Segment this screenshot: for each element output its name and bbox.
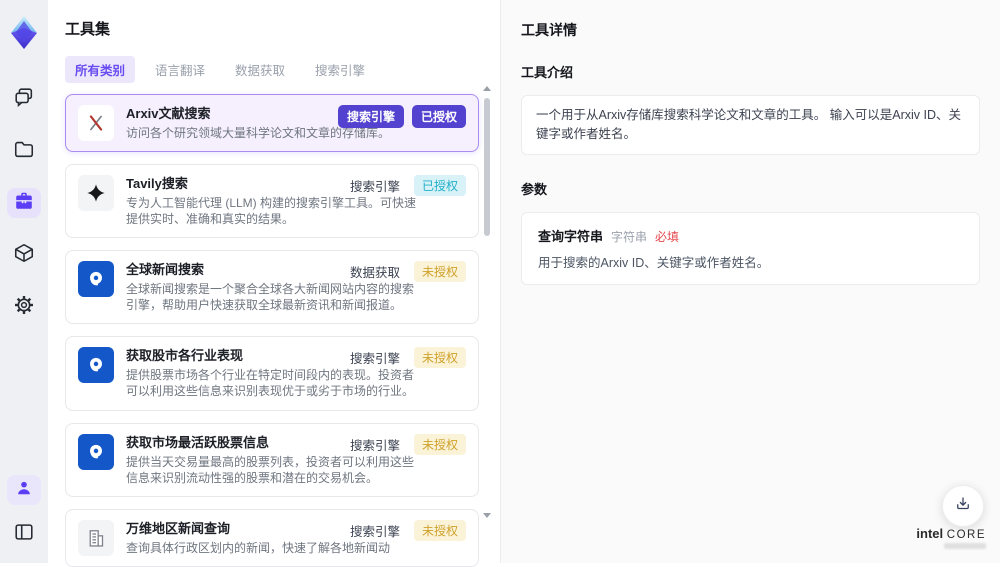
- sidebar-item-chat[interactable]: [7, 84, 41, 114]
- tool-desc: 查询具体行政区划内的新闻，快速了解各地新闻动: [126, 540, 390, 556]
- status-badge: 已授权: [412, 105, 466, 128]
- tool-list: Arxiv文献搜索 访问各个研究领域大量科学论文和文章的存储库。 搜索引擎 已授…: [65, 94, 479, 567]
- tools-panel: 工具集 所有类别 语言翻译 数据获取 搜索引擎 Arxiv文献搜索 访问各个研究…: [48, 0, 500, 563]
- tool-tags: 搜索引擎 未授权: [350, 434, 466, 455]
- download-button[interactable]: [942, 485, 984, 527]
- tavily-star-icon: [78, 175, 114, 211]
- news-app-icon: [78, 261, 114, 297]
- category-label: 搜索引擎: [350, 521, 400, 540]
- intro-heading: 工具介绍: [521, 62, 980, 81]
- building-icon: [78, 520, 114, 556]
- download-icon: [954, 495, 972, 518]
- tool-desc: 全球新闻搜索是一个聚合全球各大新闻网站内容的搜索引擎，帮助用户快速获取全球最新资…: [126, 281, 422, 313]
- arxiv-icon: [78, 105, 114, 141]
- user-icon: [14, 478, 34, 503]
- sidebar-item-packages[interactable]: [7, 240, 41, 270]
- category-tabs: 所有类别 语言翻译 数据获取 搜索引擎: [65, 56, 500, 83]
- scrollbar-thumb[interactable]: [484, 98, 490, 236]
- left-icon-rail: [0, 0, 48, 563]
- app-logo-icon: [4, 12, 44, 52]
- status-badge: 未授权: [414, 347, 466, 368]
- tool-tags: 搜索引擎 已授权: [338, 105, 466, 128]
- status-badge: 未授权: [414, 434, 466, 455]
- tool-tags: 搜索引擎 已授权: [350, 175, 466, 196]
- category-label: 数据获取: [350, 262, 400, 281]
- params-heading: 参数: [521, 179, 980, 198]
- param-required-flag: 必填: [655, 228, 679, 245]
- category-label: 搜索引擎: [350, 435, 400, 454]
- tab-language-translation[interactable]: 语言翻译: [145, 56, 215, 83]
- sidebar-item-user[interactable]: [7, 475, 41, 505]
- tab-search-engine[interactable]: 搜索引擎: [305, 56, 375, 83]
- panel-layout-icon: [13, 521, 35, 548]
- tool-card-global-news[interactable]: 全球新闻搜索 全球新闻搜索是一个聚合全球各大新闻网站内容的搜索引擎，帮助用户快速…: [65, 250, 479, 324]
- news-app-icon: [78, 434, 114, 470]
- tool-card-tavily[interactable]: Tavily搜索 专为人工智能代理 (LLM) 构建的搜索引擎工具。可快速提供实…: [65, 164, 479, 238]
- page-title: 工具集: [65, 18, 500, 39]
- param-header: 查询字符串 字符串 必填: [538, 226, 963, 245]
- sidebar-item-toolbox[interactable]: [7, 188, 41, 218]
- rail-nav: [7, 84, 41, 322]
- tool-card-sector-performance[interactable]: 获取股市各行业表现 提供股票市场各个行业在特定时间段内的表现。投资者可以利用这些…: [65, 336, 479, 410]
- category-label: 搜索引擎: [350, 176, 400, 195]
- status-badge: 已授权: [414, 175, 466, 196]
- tool-card-active-stocks[interactable]: 获取市场最活跃股票信息 提供当天交易量最高的股票列表，投资者可以利用这些信息来识…: [65, 423, 479, 497]
- gear-icon: [13, 294, 35, 321]
- tab-data-fetching[interactable]: 数据获取: [225, 56, 295, 83]
- chat-icon: [13, 86, 35, 113]
- intel-wordmark: intel: [916, 526, 943, 541]
- tool-tags: 搜索引擎 未授权: [350, 347, 466, 368]
- scrollbar[interactable]: [483, 88, 491, 518]
- news-app-icon: [78, 347, 114, 383]
- tool-desc: 提供股票市场各个行业在特定时间段内的表现。投资者可以利用这些信息来识别表现优于或…: [126, 367, 422, 399]
- intel-sub-brand-blur: [944, 543, 986, 549]
- tool-tags: 数据获取 未授权: [350, 261, 466, 282]
- tool-card-regional-news[interactable]: 万维地区新闻查询 查询具体行政区划内的新闻，快速了解各地新闻动 搜索引擎 未授权: [65, 509, 479, 567]
- sidebar-item-panel-toggle[interactable]: [7, 519, 41, 549]
- tool-card-arxiv[interactable]: Arxiv文献搜索 访问各个研究领域大量科学论文和文章的存储库。 搜索引擎 已授…: [65, 94, 479, 152]
- tab-all-categories[interactable]: 所有类别: [65, 56, 135, 83]
- details-title: 工具详情: [521, 20, 980, 40]
- category-label: 搜索引擎: [350, 348, 400, 367]
- scrollbar-up-arrow-icon[interactable]: [483, 86, 491, 91]
- intro-text-box: 一个用于从Arxiv存储库搜索科学论文和文章的工具。 输入可以是Arxiv ID…: [521, 95, 980, 155]
- param-type: 字符串: [611, 228, 647, 245]
- status-badge: 未授权: [414, 520, 466, 541]
- category-badge: 搜索引擎: [338, 105, 404, 128]
- tool-details-panel: 工具详情 工具介绍 一个用于从Arxiv存储库搜索科学论文和文章的工具。 输入可…: [500, 0, 1000, 563]
- core-wordmark: CORE: [947, 529, 986, 541]
- sidebar-item-settings[interactable]: [7, 292, 41, 322]
- toolbox-icon: [13, 190, 35, 217]
- tool-desc: 提供当天交易量最高的股票列表，投资者可以利用这些信息来识别流动性强的股票和潜在的…: [126, 454, 422, 486]
- sidebar-item-files[interactable]: [7, 136, 41, 166]
- param-desc: 用于搜索的Arxiv ID、关键字或作者姓名。: [538, 252, 963, 271]
- tool-tags: 搜索引擎 未授权: [350, 520, 466, 541]
- scrollbar-down-arrow-icon[interactable]: [483, 513, 491, 518]
- param-name: 查询字符串: [538, 226, 603, 245]
- rail-bottom: [7, 475, 41, 549]
- folder-icon: [13, 138, 35, 165]
- tool-desc: 专为人工智能代理 (LLM) 构建的搜索引擎工具。可快速提供实时、准确和真实的结…: [126, 195, 422, 227]
- status-badge: 未授权: [414, 261, 466, 282]
- cube-icon: [13, 242, 35, 269]
- param-card: 查询字符串 字符串 必填 用于搜索的Arxiv ID、关键字或作者姓名。: [521, 212, 980, 285]
- intel-core-logo: intel CORE: [916, 526, 986, 549]
